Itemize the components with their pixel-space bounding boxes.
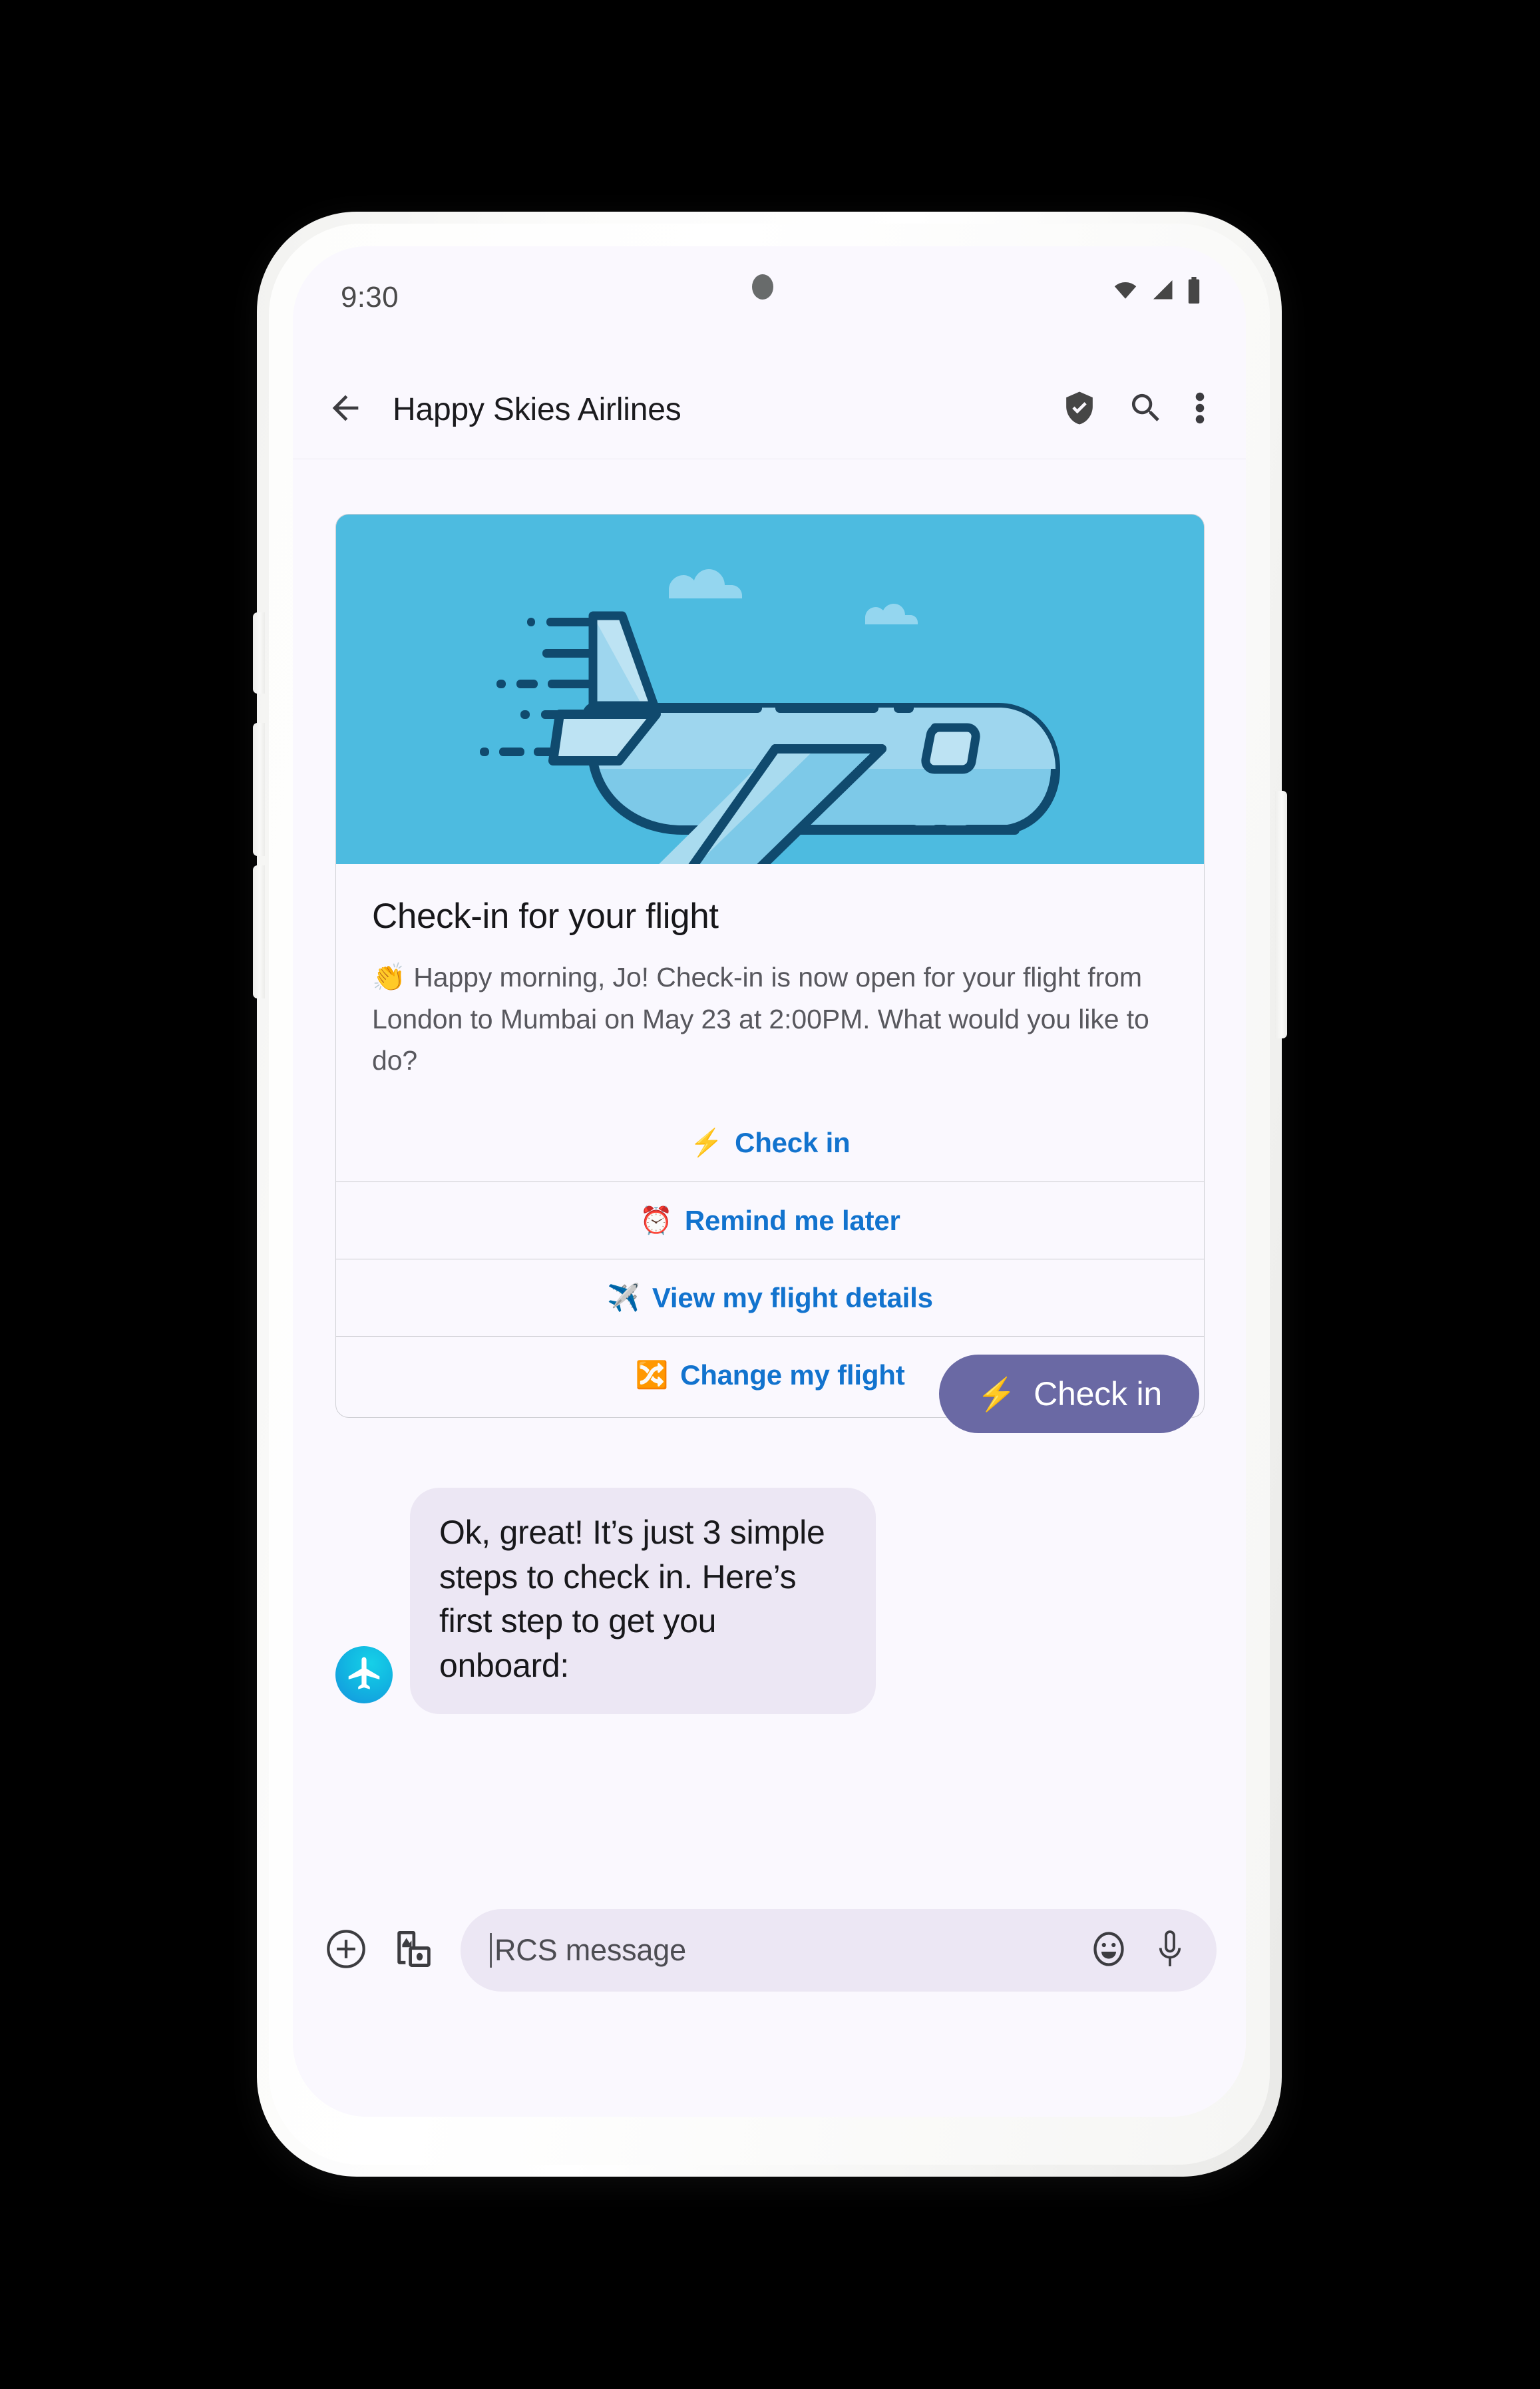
back-arrow-icon: [326, 389, 365, 431]
front-camera-punch-hole-icon: [752, 274, 773, 300]
conversation-app-bar: Happy Skies Airlines: [293, 361, 1246, 459]
card-action-label: View my flight details: [652, 1281, 933, 1313]
card-action-label: Remind me later: [684, 1204, 900, 1236]
card-body: Check-in for your flight 👏 Happy morning…: [336, 864, 1204, 1104]
status-time: 9:30: [341, 281, 399, 314]
emoji-icon: [1089, 1929, 1129, 1972]
phone-screen: 9:30 Happy Skies Airlines Check-in for y…: [293, 246, 1246, 2117]
back-button[interactable]: [325, 389, 366, 431]
card-action-remind-me-later[interactable]: ⏰ Remind me later: [336, 1182, 1204, 1259]
search-icon: [1127, 389, 1165, 430]
voice-message-button[interactable]: [1149, 1929, 1191, 1972]
high-voltage-icon: ⚡: [976, 1377, 1017, 1412]
card-action-label: Check in: [735, 1127, 851, 1159]
card-action-label: Change my flight: [680, 1359, 905, 1391]
sent-message-row: ⚡ Check in: [939, 1355, 1199, 1433]
phone-power-button[interactable]: [1275, 791, 1287, 1038]
rich-card-message[interactable]: Check-in for your flight 👏 Happy morning…: [335, 514, 1205, 1418]
emoji-button[interactable]: [1087, 1929, 1130, 1972]
add-attachment-icon: [325, 1928, 367, 1974]
microphone-icon: [1152, 1929, 1188, 1972]
overflow-menu-button[interactable]: [1189, 390, 1211, 430]
alarm-clock-icon: ⏰: [640, 1205, 673, 1235]
message-composer: RCS message: [293, 1897, 1246, 2004]
airplane-illustration-icon: [336, 515, 1204, 864]
battery-icon: [1186, 277, 1202, 304]
received-message-bubble[interactable]: Ok, great! It’s just 3 simple steps to c…: [410, 1488, 876, 1714]
high-voltage-icon: ⚡: [689, 1128, 723, 1158]
phone-mute-switch[interactable]: [253, 612, 265, 694]
card-title: Check-in for your flight: [372, 897, 719, 936]
wifi-icon: [1110, 278, 1141, 302]
screenshot-stage: 9:30 Happy Skies Airlines Check-in for y…: [0, 0, 1540, 2389]
status-bar: 9:30: [293, 246, 1246, 361]
status-icons: [1110, 277, 1202, 304]
gallery-camera-button[interactable]: [390, 1926, 438, 1974]
cellular-signal-icon: [1149, 278, 1177, 302]
card-hero-image: [336, 515, 1204, 864]
message-input-placeholder: RCS message: [494, 1933, 686, 1967]
sent-message-bubble[interactable]: ⚡ Check in: [939, 1355, 1199, 1433]
search-button[interactable]: [1126, 390, 1166, 430]
add-attachment-button[interactable]: [322, 1926, 370, 1974]
card-action-view-flight-details[interactable]: ✈️ View my flight details: [336, 1259, 1204, 1336]
received-message-row: Ok, great! It’s just 3 simple steps to c…: [335, 1488, 876, 1714]
received-message-text: Ok, great! It’s just 3 simple steps to c…: [439, 1514, 825, 1684]
text-cursor: [490, 1933, 492, 1968]
airline-avatar-icon: [343, 1653, 385, 1697]
card-action-check-in[interactable]: ⚡ Check in: [336, 1104, 1204, 1182]
verified-shield-icon: [1061, 389, 1098, 430]
avatar: [335, 1646, 393, 1703]
message-list[interactable]: Check-in for your flight 👏 Happy morning…: [293, 459, 1246, 2117]
card-description: 👏 Happy morning, Jo! Check-in is now ope…: [372, 962, 1149, 1076]
airplane-icon: ✈️: [607, 1283, 640, 1313]
gallery-camera-icon: [392, 1927, 436, 1974]
shuffle-icon: 🔀: [635, 1360, 669, 1390]
phone-volume-down-button[interactable]: [253, 865, 265, 998]
overflow-menu-icon: [1193, 389, 1207, 431]
phone-volume-up-button[interactable]: [253, 723, 265, 856]
verified-badge-button[interactable]: [1059, 390, 1099, 430]
conversation-title: Happy Skies Airlines: [393, 392, 681, 427]
sent-message-text: Check in: [1034, 1375, 1162, 1412]
message-input-field[interactable]: RCS message: [461, 1909, 1217, 1992]
